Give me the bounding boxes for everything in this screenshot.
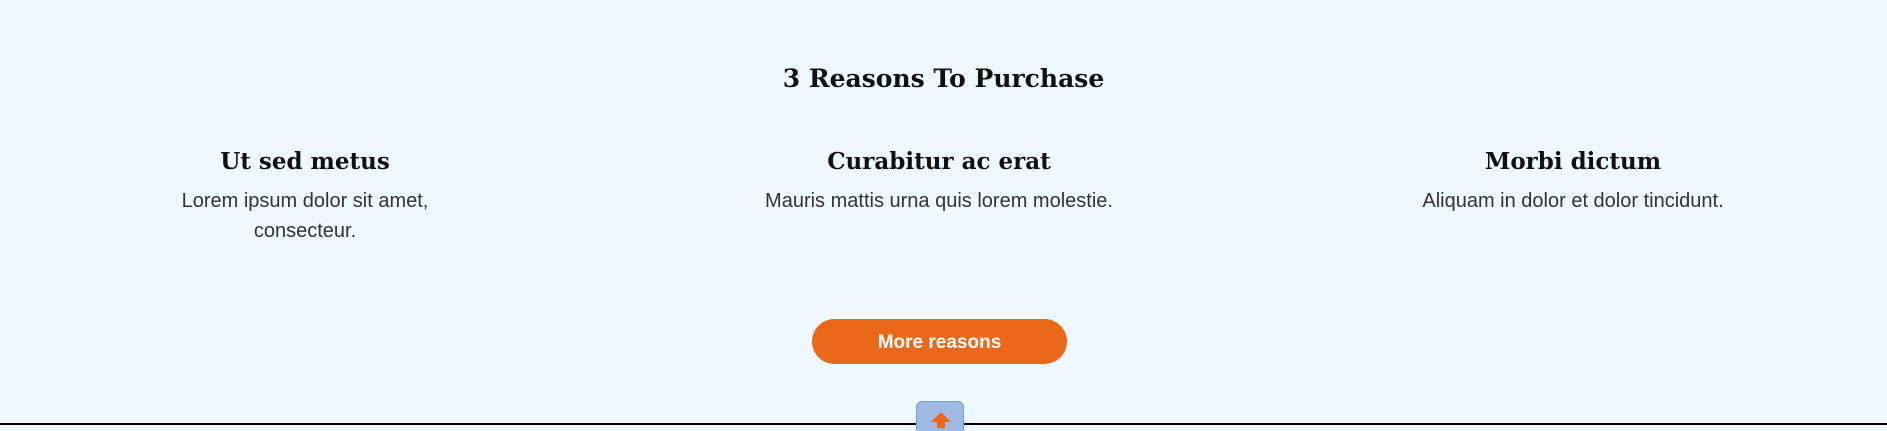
reason-text: Lorem ipsum dolor sit amet, consecteur. — [181, 190, 429, 242]
reason-card-3: Morbi dictum Aliquam in dolor et dolor t… — [1422, 147, 1723, 216]
scroll-to-top-button[interactable] — [916, 401, 964, 431]
arrow-up-icon — [931, 412, 951, 428]
reason-card-2: Curabitur ac erat Mauris mattis urna qui… — [765, 147, 1113, 216]
reason-title: Ut sed metus — [220, 148, 390, 175]
section-title: 3 Reasons To Purchase — [782, 64, 1105, 93]
reason-title: Morbi dictum — [1484, 148, 1662, 175]
reason-card-1: Ut sed metus Lorem ipsum dolor sit amet,… — [155, 147, 455, 246]
more-reasons-button[interactable]: More reasons — [812, 319, 1067, 364]
reason-title: Curabitur ac erat — [827, 148, 1051, 175]
reason-text: Mauris mattis urna quis lorem molestie. — [765, 190, 1113, 212]
reasons-grid: Ut sed metus Lorem ipsum dolor sit amet,… — [0, 147, 1887, 257]
reason-text: Aliquam in dolor et dolor tincidunt. — [1422, 190, 1724, 212]
